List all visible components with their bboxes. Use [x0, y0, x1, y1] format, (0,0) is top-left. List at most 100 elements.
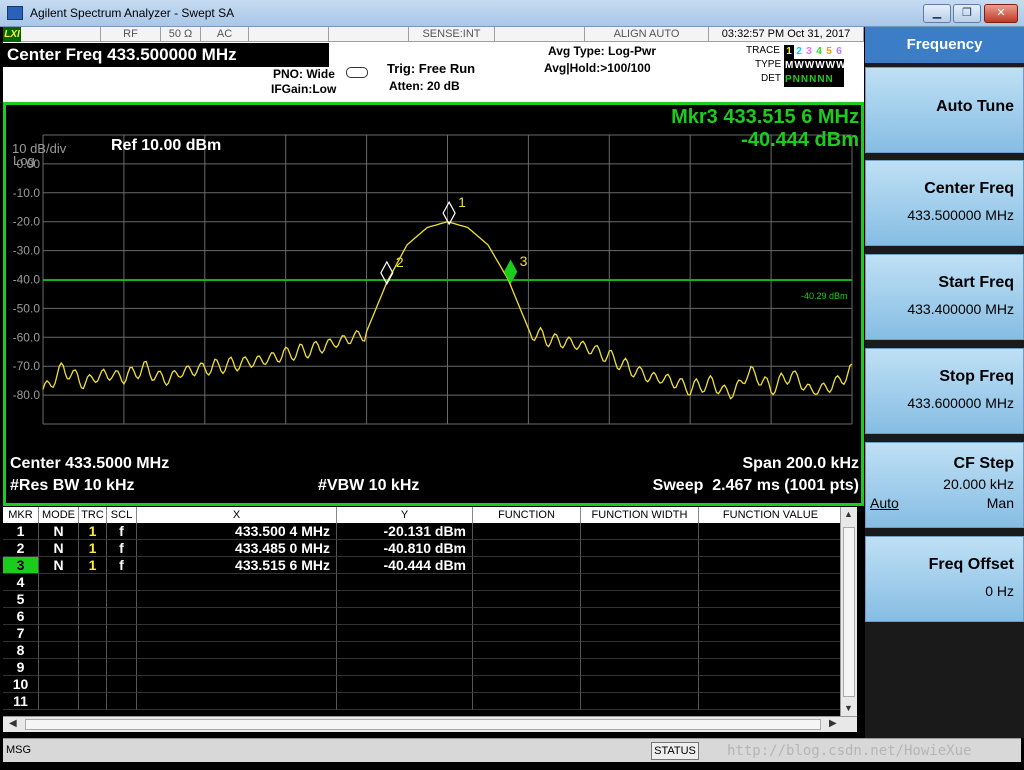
status-cell-blank: [21, 27, 101, 42]
marker-cell-x: [137, 574, 337, 591]
marker-cell-f: [473, 625, 581, 642]
softkey-auto-tune[interactable]: Auto Tune: [865, 67, 1024, 153]
col-header-function: FUNCTION: [473, 507, 581, 523]
spectrum-display[interactable]: 0.00 -10.0 -20.0 -30.0 -40.0 -50.0 -60.0 -70.0-…: [3, 102, 864, 506]
marker-row[interactable]: 4: [3, 574, 857, 591]
maximize-button[interactable]: ❐: [953, 4, 981, 23]
y-tick-label: -50.0: [13, 301, 41, 315]
marker-cell-mkr: 4: [3, 574, 39, 591]
trace-label: TRACE: [746, 45, 780, 56]
col-header-x: X: [137, 507, 337, 523]
marker-cell-scl: [107, 642, 137, 659]
marker-row[interactable]: 6: [3, 608, 857, 625]
display-line-label: -40.29 dBm: [801, 291, 848, 301]
trace-number-4: 4: [816, 46, 822, 57]
marker-cell-y: [337, 574, 473, 591]
softkey-center-freq[interactable]: Center Freq 433.500000 MHz: [865, 160, 1024, 246]
msg-label: MSG: [6, 744, 32, 756]
marker-cell-fw: [581, 676, 699, 693]
marker-cell-f: [473, 574, 581, 591]
horizontal-scrollbar[interactable]: ◀ ▶: [3, 716, 857, 732]
marker-cell-mkr: 5: [3, 591, 39, 608]
marker-cell-mkr: 9: [3, 659, 39, 676]
marker-cell-y: [337, 693, 473, 710]
ifgain-setting: IFGain:Low: [271, 82, 337, 96]
marker-cell-x: 433.485 0 MHz: [137, 540, 337, 557]
scroll-down-icon[interactable]: ▼: [844, 703, 853, 713]
softkey-value: 20.000 kHz: [943, 476, 1014, 492]
y-tick-label: -80.0: [13, 388, 41, 402]
softkey-freq-offset[interactable]: Freq Offset 0 Hz: [865, 536, 1024, 622]
marker-readout-amp: -40.444 dBm: [741, 129, 859, 151]
marker-2-label: 2: [396, 254, 404, 270]
marker-cell-fv: [699, 540, 843, 557]
scroll-up-icon[interactable]: ▲: [844, 509, 853, 519]
cf-step-auto-option[interactable]: Auto: [870, 495, 899, 511]
marker-row[interactable]: 3 N 1 f 433.515 6 MHz -40.444 dBm: [3, 557, 857, 574]
marker-cell-x: 433.500 4 MHz: [137, 523, 337, 540]
marker-cell-mode: N: [39, 540, 79, 557]
cf-step-man-option[interactable]: Man: [987, 495, 1014, 511]
align-indicator: ALIGN AUTO: [585, 27, 709, 42]
marker-cell-trc: 1: [79, 557, 107, 574]
rf-indicator: RF: [101, 27, 161, 42]
ref-level: Ref 10.00 dBm: [111, 137, 222, 154]
softkey-stop-freq[interactable]: Stop Freq 433.600000 MHz: [865, 348, 1024, 434]
softkey-label: Auto Tune: [936, 98, 1014, 115]
vbw-label: #VBW 10 kHz: [318, 477, 420, 494]
close-button[interactable]: ✕: [984, 4, 1018, 23]
center-freq-banner: Center Freq 433.500000 MHz: [3, 43, 329, 67]
hscroll-thumb[interactable]: [25, 719, 821, 730]
marker-row[interactable]: 9: [3, 659, 857, 676]
status-button[interactable]: STATUS: [651, 742, 699, 760]
marker-row[interactable]: 5: [3, 591, 857, 608]
marker-row[interactable]: 7: [3, 625, 857, 642]
marker-row[interactable]: 11: [3, 693, 857, 710]
y-tick-label: -40.0: [13, 273, 41, 287]
marker-cell-x: [137, 608, 337, 625]
marker-cell-fw: [581, 523, 699, 540]
datetime: 03:32:57 PM Oct 31, 2017: [709, 27, 864, 42]
softkey-start-freq[interactable]: Start Freq 433.400000 MHz: [865, 254, 1024, 340]
marker-cell-mkr: 11: [3, 693, 39, 710]
marker-row[interactable]: 8: [3, 642, 857, 659]
marker-cell-scl: [107, 625, 137, 642]
impedance-indicator: 50 Ω: [161, 27, 201, 42]
marker-cell-f: [473, 523, 581, 540]
marker-cell-x: [137, 676, 337, 693]
marker-cell-fw: [581, 540, 699, 557]
trace-number-3: 3: [806, 46, 812, 57]
softkey-label: Freq Offset: [928, 556, 1014, 573]
softkey-cf-step[interactable]: CF Step 20.000 kHz Auto Man: [865, 442, 1024, 528]
vertical-scrollbar[interactable]: ▲ ▼: [840, 507, 857, 716]
y-tick-label: -10.0: [13, 186, 41, 200]
marker-table: MKR MODE TRC SCL X Y FUNCTION FUNCTION W…: [3, 507, 857, 733]
minimize-button[interactable]: ▁: [923, 4, 951, 23]
marker-cell-fw: [581, 659, 699, 676]
marker-cell-x: 433.515 6 MHz: [137, 557, 337, 574]
col-header-function-width: FUNCTION WIDTH: [581, 507, 699, 523]
marker-cell-fv: [699, 676, 843, 693]
window-title: Agilent Spectrum Analyzer - Swept SA: [30, 6, 235, 20]
scrollbar-thumb[interactable]: [843, 527, 855, 697]
marker-row[interactable]: 1 N 1 f 433.500 4 MHz -20.131 dBm: [3, 523, 857, 540]
marker-cell-f: [473, 557, 581, 574]
softkey-label: Stop Freq: [939, 368, 1014, 385]
app-icon: [7, 6, 23, 20]
scroll-right-icon[interactable]: ▶: [829, 718, 837, 729]
marker-cell-mkr: 3: [3, 557, 39, 574]
marker-row[interactable]: 2 N 1 f 433.485 0 MHz -40.810 dBm: [3, 540, 857, 557]
marker-cell-mkr: 1: [3, 523, 39, 540]
marker-cell-f: [473, 676, 581, 693]
marker-row[interactable]: 10: [3, 676, 857, 693]
col-header-scl: SCL: [107, 507, 137, 523]
marker-cell-mkr: 8: [3, 642, 39, 659]
marker-cell-y: -40.810 dBm: [337, 540, 473, 557]
softkey-value: 433.500000 MHz: [907, 207, 1014, 223]
marker-cell-mkr: 7: [3, 625, 39, 642]
scroll-left-icon[interactable]: ◀: [9, 718, 17, 729]
marker-cell-f: [473, 591, 581, 608]
sense-indicator: SENSE:INT: [409, 27, 495, 42]
marker-cell-x: [137, 642, 337, 659]
trace-number-2: 2: [796, 46, 802, 57]
